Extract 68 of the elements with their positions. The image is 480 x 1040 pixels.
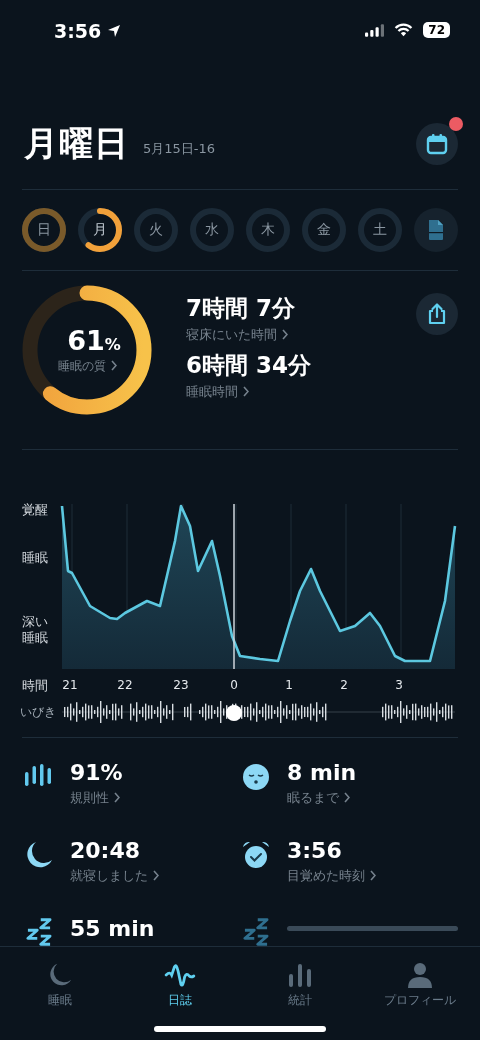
chevron-icon — [344, 792, 350, 803]
quality-link[interactable]: 睡眠の質 — [57, 358, 117, 375]
hour-label: 1 — [285, 678, 293, 692]
report-button[interactable] — [414, 208, 458, 252]
day-tab[interactable]: 土 — [358, 208, 402, 252]
status-time: 3:56 — [54, 20, 102, 42]
person-icon — [407, 962, 433, 988]
stat-link[interactable]: 睡眠時間 — [186, 383, 416, 401]
day-tab[interactable]: 金 — [302, 208, 346, 252]
day-tab[interactable]: 水 — [190, 208, 234, 252]
metric-link[interactable]: 就寝しました — [70, 867, 241, 885]
metric-link[interactable]: 目覚めた時刻 — [287, 867, 458, 885]
metric-value: 8 min — [287, 760, 358, 785]
metric-link[interactable]: 規則性 — [70, 789, 241, 807]
nav-tab[interactable]: プロフィール — [360, 957, 480, 1009]
calendar-button[interactable] — [416, 123, 458, 165]
hour-label: 21 — [62, 678, 78, 692]
nav-tab[interactable]: 日誌 — [120, 957, 240, 1009]
stat-value: 6時間 34分 — [186, 351, 313, 380]
location-arrow-icon — [107, 24, 122, 38]
chevron-icon — [153, 870, 159, 881]
share-icon — [427, 303, 447, 325]
alarm-clock-icon — [241, 840, 271, 870]
stage-label: 覚醒 — [22, 502, 49, 518]
day-tab[interactable]: 月 — [78, 208, 122, 252]
metric-link[interactable]: 眠るまで — [287, 789, 458, 807]
stat-value: 7時間 7分 — [186, 294, 296, 323]
quality-value: 61% — [67, 325, 121, 356]
stat-link[interactable]: 寝床にいた時間 — [186, 326, 416, 344]
moon-icon — [24, 840, 54, 870]
battery-indicator: 72 — [423, 22, 450, 38]
share-button[interactable] — [416, 293, 458, 335]
day-tab[interactable]: 火 — [134, 208, 178, 252]
metric-value: 55 min — [70, 916, 156, 941]
metric-value: 20:48 — [70, 838, 142, 863]
axis-label: 時間 — [21, 677, 49, 695]
moon-icon — [47, 962, 73, 988]
hour-label: 3 — [395, 678, 403, 692]
stage-label: 深い睡眠 — [22, 614, 49, 646]
nav-tab[interactable]: 睡眠 — [0, 957, 120, 1009]
chevron-icon — [110, 360, 117, 371]
wave-icon — [164, 964, 196, 988]
chevron-icon — [282, 329, 288, 340]
day-title: 月曜日 — [24, 122, 129, 165]
document-icon — [427, 219, 445, 241]
day-tab[interactable]: 日 — [22, 208, 66, 252]
signal-icon — [365, 24, 385, 37]
wifi-icon — [394, 23, 414, 37]
hour-label: 22 — [117, 678, 133, 692]
hour-label: 23 — [173, 678, 189, 692]
sleep-quality-ring[interactable]: 61% 睡眠の質 — [22, 285, 152, 415]
chevron-icon — [243, 386, 249, 397]
hour-label: 2 — [340, 678, 348, 692]
zzz-icon — [26, 918, 52, 946]
date-range: 5月15日-16 — [143, 140, 216, 158]
chevron-icon — [114, 792, 120, 803]
nav-tab[interactable]: 統計 — [240, 957, 360, 1009]
stage-label: 睡眠 — [22, 550, 49, 566]
metric-value: 91% — [70, 760, 124, 785]
zzz-icon — [243, 918, 269, 946]
chevron-icon — [370, 870, 376, 881]
sleeping-face-icon — [241, 762, 271, 792]
day-tab[interactable]: 木 — [246, 208, 290, 252]
hour-label: 0 — [230, 678, 238, 692]
metric-value: 3:56 — [287, 838, 343, 863]
bar-chart-icon — [287, 962, 313, 988]
snore-label: いびき — [19, 703, 57, 721]
calendar-icon — [426, 133, 448, 155]
